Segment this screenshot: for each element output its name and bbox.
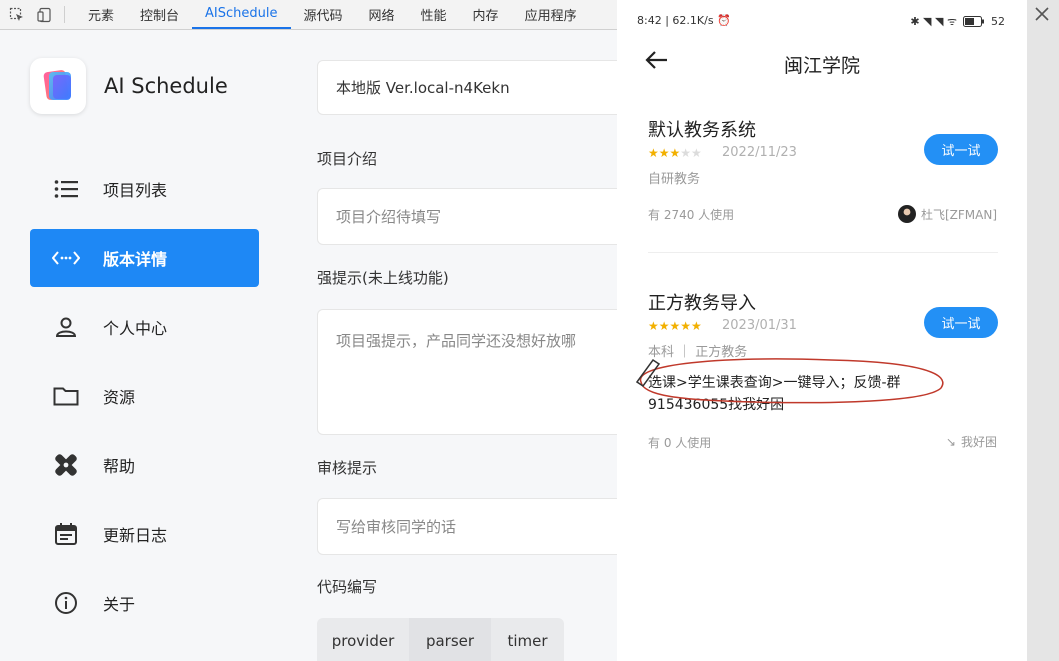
author-avatar-icon: ↘ bbox=[945, 434, 956, 449]
card-author: ↘ 我好困 bbox=[946, 433, 997, 450]
phone-preview: 8:42 | 62.1K/s ⏰ ✱ ◥ ◥ ᯤ 52 闽江学院 默认教务系统 … bbox=[617, 0, 1027, 661]
app-name: AI Schedule bbox=[104, 74, 228, 98]
usage-count: 有 2740 人使用 bbox=[648, 208, 735, 222]
sidebar-item-label: 关于 bbox=[103, 595, 136, 614]
sidebar: AI Schedule 项目列表 版本详情 个人中心 资源 帮助 更新日志 关于 bbox=[0, 30, 290, 661]
sidebar-item-changelog[interactable]: 更新日志 bbox=[30, 505, 259, 563]
status-bar-right: ✱ ◥ ◥ ᯤ 52 bbox=[910, 14, 1005, 29]
devtools-tab-aischedule[interactable]: AISchedule bbox=[192, 0, 291, 29]
close-icon[interactable] bbox=[1034, 6, 1050, 26]
code-icon bbox=[51, 243, 81, 273]
folder-icon bbox=[51, 381, 81, 411]
devtools-tab-memory[interactable]: 内存 bbox=[460, 0, 512, 29]
school-title: 闽江学院 bbox=[783, 55, 860, 77]
code-tab-provider[interactable]: provider bbox=[317, 618, 409, 661]
pen-annotation bbox=[635, 358, 944, 404]
code-tab-parser[interactable]: parser bbox=[409, 618, 491, 661]
calendar-icon bbox=[51, 519, 81, 549]
review-tip-label: 审核提示 bbox=[317, 459, 378, 477]
review-tip-input[interactable]: 写给审核同学的话 bbox=[317, 498, 617, 555]
code-label: 代码编写 bbox=[317, 578, 378, 596]
sidebar-item-about[interactable]: 关于 bbox=[30, 574, 259, 632]
version-detail-form: 本地版 Ver.local-n4Kekn 项目介绍 项目介绍待填写 强提示(未上… bbox=[290, 30, 617, 661]
author-name: 杜飞[ZFMAN] bbox=[920, 207, 997, 222]
try-button[interactable]: 试一试 bbox=[924, 307, 998, 338]
devtools-tab-network[interactable]: 网络 bbox=[356, 0, 408, 29]
devtools-tab-bar: 元素 控制台 AISchedule 源代码 网络 性能 内存 应用程序 bbox=[0, 0, 617, 30]
app-logo bbox=[30, 58, 86, 114]
device-toolbar-icon[interactable] bbox=[34, 0, 56, 29]
usage-count: 有 0 人使用 bbox=[648, 436, 712, 450]
devtools-tab-sources[interactable]: 源代码 bbox=[291, 0, 356, 29]
status-speed: 62.1K/s bbox=[672, 14, 714, 27]
sidebar-item-label: 资源 bbox=[103, 388, 136, 407]
status-time: 8:42 bbox=[637, 14, 662, 27]
sidebar-item-label: 版本详情 bbox=[103, 250, 168, 269]
person-icon bbox=[51, 312, 81, 342]
status-bar-left: 8:42 | 62.1K/s ⏰ bbox=[637, 14, 731, 27]
sidebar-item-label: 项目列表 bbox=[103, 181, 168, 200]
version-field[interactable]: 本地版 Ver.local-n4Kekn bbox=[317, 60, 617, 115]
code-tab-bar: provider parser timer bbox=[317, 618, 564, 661]
intro-input[interactable]: 项目介绍待填写 bbox=[317, 188, 617, 245]
strong-tip-label: 强提示(未上线功能) bbox=[317, 269, 449, 287]
sidebar-item-project-list[interactable]: 项目列表 bbox=[30, 160, 259, 218]
right-scroll-strip bbox=[1027, 0, 1059, 661]
toolbar-divider bbox=[64, 6, 65, 23]
author-name: 我好困 bbox=[960, 435, 997, 449]
sidebar-item-help[interactable]: 帮助 bbox=[30, 436, 259, 494]
list-icon bbox=[51, 174, 81, 204]
devtools-tab-console[interactable]: 控制台 bbox=[127, 0, 192, 29]
rating-stars: ★★★★★ bbox=[648, 146, 702, 160]
code-tab-timer[interactable]: timer bbox=[491, 618, 564, 661]
card-title: 默认教务系统 bbox=[648, 120, 756, 141]
alarm-icon: ⏰ bbox=[717, 14, 731, 27]
devtools-tab-elements[interactable]: 元素 bbox=[75, 0, 127, 29]
sidebar-item-version-detail[interactable]: 版本详情 bbox=[30, 229, 259, 287]
card-subtitle: 自研教务 bbox=[648, 172, 701, 187]
strong-tip-textarea[interactable]: 项目强提示，产品同学还没想好放哪 bbox=[317, 309, 617, 435]
card-date: 2022/11/23 bbox=[722, 145, 797, 160]
inspect-element-icon[interactable] bbox=[6, 0, 28, 29]
sidebar-item-label: 更新日志 bbox=[103, 526, 168, 545]
avatar bbox=[897, 205, 916, 223]
screen: 元素 控制台 AISchedule 源代码 网络 性能 内存 应用程序 AI S… bbox=[0, 0, 1059, 661]
sidebar-item-label: 帮助 bbox=[103, 457, 136, 476]
card-author: 杜飞[ZFMAN] bbox=[897, 205, 997, 223]
intro-label: 项目介绍 bbox=[317, 150, 378, 168]
info-icon bbox=[51, 588, 81, 618]
sidebar-item-resources[interactable]: 资源 bbox=[30, 367, 259, 425]
try-button[interactable]: 试一试 bbox=[924, 134, 998, 165]
bandage-icon bbox=[51, 450, 81, 480]
battery-level: 52 bbox=[991, 15, 1005, 28]
devtools-tab-performance[interactable]: 性能 bbox=[408, 0, 460, 29]
card-date: 2023/01/31 bbox=[722, 318, 797, 333]
signal-icon: ✱ ◥ ◥ ᯤ bbox=[910, 15, 957, 28]
rating-stars: ★★★★★ bbox=[648, 319, 702, 333]
card-title: 正方教务导入 bbox=[648, 293, 756, 314]
devtools-tab-application[interactable]: 应用程序 bbox=[512, 0, 590, 29]
battery-icon bbox=[963, 16, 984, 27]
card-divider bbox=[648, 252, 998, 253]
sidebar-item-label: 个人中心 bbox=[103, 319, 168, 338]
sidebar-item-personal-center[interactable]: 个人中心 bbox=[30, 298, 259, 356]
